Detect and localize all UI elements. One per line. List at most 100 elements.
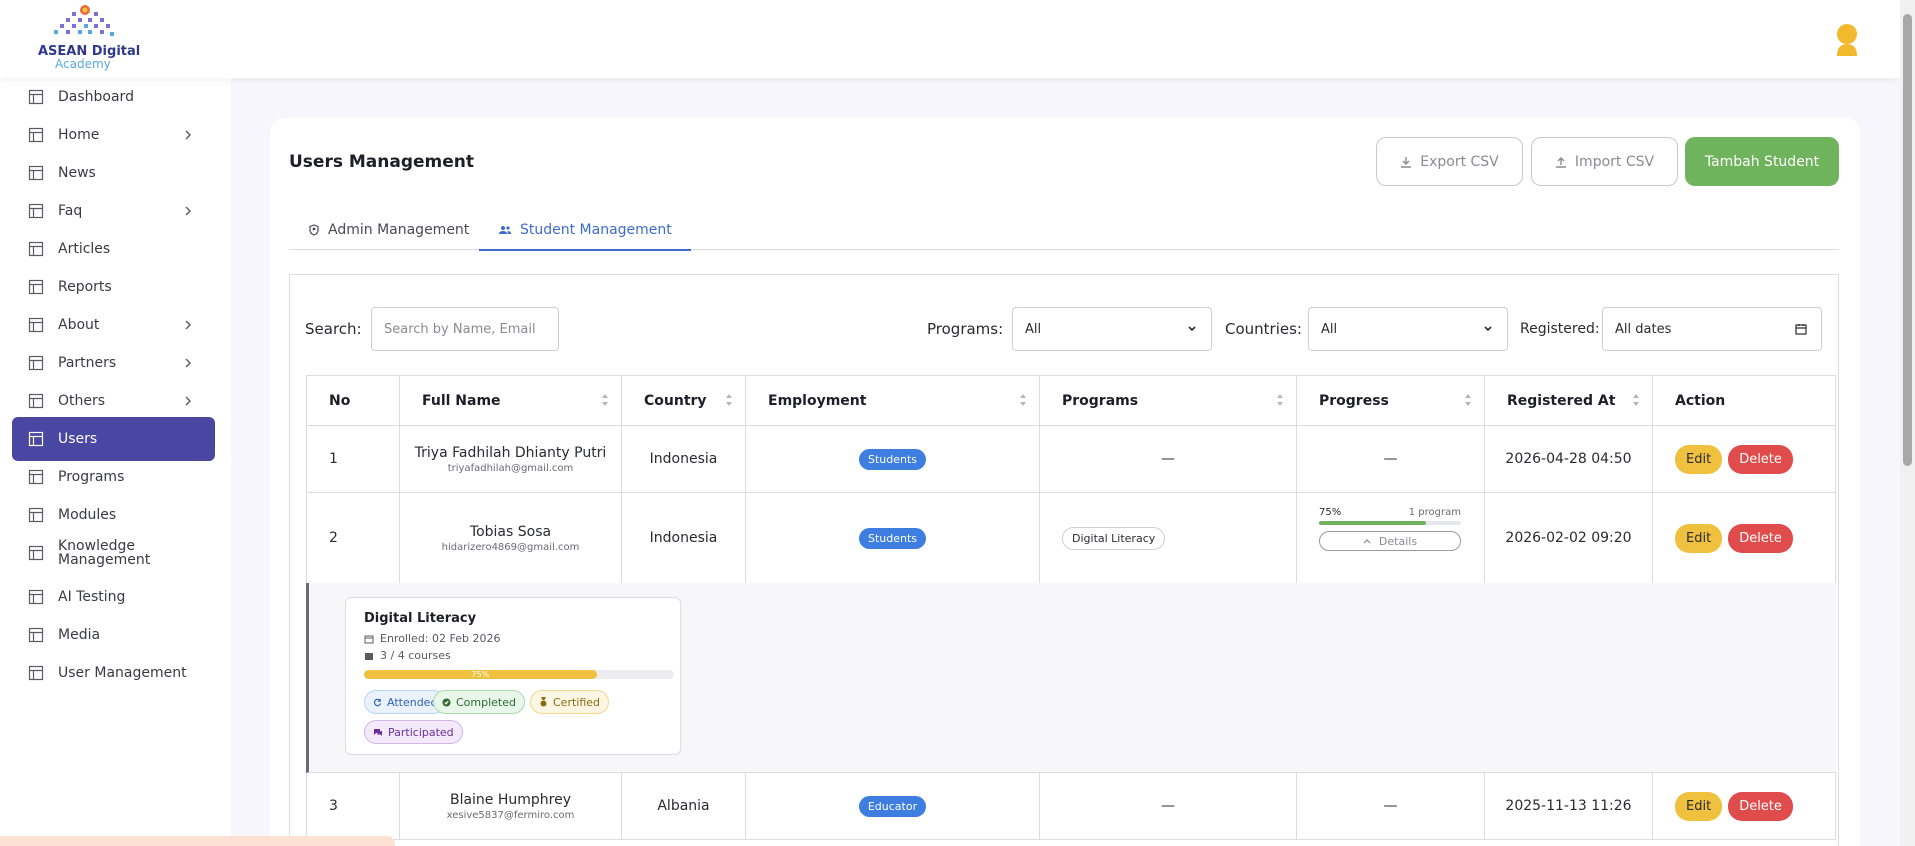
program-title: Digital Literacy xyxy=(364,611,477,626)
programs-select[interactable]: All xyxy=(1012,307,1212,351)
cell-registered-at: 2025-11-13 11:26 xyxy=(1485,773,1653,839)
vertical-scrollbar[interactable] xyxy=(1900,0,1915,846)
book-icon xyxy=(365,652,373,660)
sidebar-item-label: News xyxy=(58,165,96,181)
table-icon xyxy=(28,627,44,643)
cell-programs: — xyxy=(1040,773,1297,839)
program-progress-fill: 75% xyxy=(364,670,597,679)
registered-date-input[interactable]: All dates xyxy=(1602,307,1822,351)
completed-tag: Completed xyxy=(433,690,525,714)
chevron-down-icon xyxy=(1188,326,1196,332)
chevron-right-icon xyxy=(185,206,191,216)
table-icon xyxy=(28,469,44,485)
cell-registered-at: 2026-02-02 09:20 xyxy=(1485,493,1653,583)
cell-no: 1 xyxy=(306,426,400,492)
import-csv-button[interactable]: Import CSV xyxy=(1531,137,1678,186)
shield-user-icon xyxy=(309,224,319,236)
cell-employment: Students xyxy=(746,493,1040,583)
students-panel: Search: Search by Name, Email Programs: … xyxy=(289,274,1839,846)
sidebar-item-label: Faq xyxy=(58,203,83,219)
sidebar-item-label: Modules xyxy=(58,507,117,523)
brand-logo[interactable]: ASEAN Digital Academy xyxy=(30,4,140,74)
header-programs[interactable]: Programs xyxy=(1040,376,1297,425)
export-csv-button[interactable]: Export CSV xyxy=(1376,137,1523,186)
table-icon xyxy=(28,317,44,333)
user-avatar-icon[interactable] xyxy=(1834,22,1860,56)
logo-mark-icon xyxy=(54,5,114,36)
header-name-label: Full Name xyxy=(422,392,501,409)
edit-button[interactable]: Edit xyxy=(1675,791,1723,821)
progress-bar xyxy=(1319,521,1461,525)
table-icon xyxy=(28,507,44,523)
cell-country: Indonesia xyxy=(622,426,746,492)
registered-date-value: All dates xyxy=(1615,321,1672,337)
add-student-button[interactable]: Tambah Student xyxy=(1685,137,1839,186)
employment-badge: Students xyxy=(858,527,927,549)
cell-full-name: Blaine Humphrey xesive5837@fermiro.com xyxy=(400,773,622,839)
details-toggle-button[interactable]: Details xyxy=(1319,531,1461,551)
header-country[interactable]: Country xyxy=(622,376,746,425)
certified-label: Certified xyxy=(553,695,601,709)
search-input[interactable]: Search by Name, Email xyxy=(371,307,559,351)
tab-student-management[interactable]: Student Management xyxy=(479,210,691,251)
cell-action: Edit Delete xyxy=(1653,773,1836,839)
programs-select-value: All xyxy=(1025,321,1042,337)
header-registered-at[interactable]: Registered At xyxy=(1485,376,1653,425)
toast-notification xyxy=(0,836,395,846)
header-action: Action xyxy=(1653,376,1836,425)
header-progress-label: Progress xyxy=(1319,392,1389,409)
header-progress[interactable]: Progress xyxy=(1297,376,1485,425)
chevron-up-icon xyxy=(1363,539,1371,544)
delete-button[interactable]: Delete xyxy=(1728,444,1793,474)
tab-student-label: Student Management xyxy=(520,221,672,238)
sidebar: Dashboard Home News Faq Articles Reports About… xyxy=(0,78,231,846)
logo-text-secondary: Academy xyxy=(55,57,111,71)
table-icon xyxy=(28,589,44,605)
countries-select[interactable]: All xyxy=(1308,307,1508,351)
tab-admin-management[interactable]: Admin Management xyxy=(289,210,488,250)
medal-icon xyxy=(540,697,547,707)
header-full-name[interactable]: Full Name xyxy=(400,376,622,425)
header-employment-label: Employment xyxy=(768,392,867,409)
chevron-right-icon xyxy=(185,358,191,368)
table-icon xyxy=(28,355,44,371)
user-email: triyafadhilah@gmail.com xyxy=(447,462,574,474)
program-chip: Digital Literacy xyxy=(1062,526,1166,550)
employment-badge: Educator xyxy=(858,795,927,817)
sidebar-item-label: Media xyxy=(58,627,101,643)
participated-label: Participated xyxy=(388,725,454,739)
table-icon xyxy=(28,393,44,409)
top-bar: ASEAN Digital Academy xyxy=(0,0,1900,78)
table-icon xyxy=(28,127,44,143)
users-icon xyxy=(499,225,511,234)
registered-label: Registered: xyxy=(1520,321,1600,337)
header-registered-label: Registered At xyxy=(1507,392,1616,409)
cell-progress: — xyxy=(1297,426,1485,492)
chevron-down-icon xyxy=(1484,326,1492,332)
table-row: 3 Blaine Humphrey xesive5837@fermiro.com … xyxy=(306,773,1836,840)
edit-button[interactable]: Edit xyxy=(1675,523,1723,553)
cell-country: Albania xyxy=(622,773,746,839)
delete-button[interactable]: Delete xyxy=(1728,523,1793,553)
enrolled-date: Enrolled: 02 Feb 2026 xyxy=(380,632,501,645)
header-employment[interactable]: Employment xyxy=(746,376,1040,425)
header-programs-label: Programs xyxy=(1062,392,1139,409)
cell-registered-at: 2026-04-28 04:50 xyxy=(1485,426,1653,492)
sidebar-item-knowledge-management[interactable]: Knowledge Management xyxy=(12,531,215,575)
sidebar-item-label: Others xyxy=(58,393,106,409)
cell-progress: — xyxy=(1297,773,1485,839)
refresh-icon xyxy=(373,698,382,706)
delete-button[interactable]: Delete xyxy=(1728,791,1793,821)
details-label: Details xyxy=(1378,534,1418,548)
sort-icon xyxy=(1020,394,1026,406)
cell-employment: Educator xyxy=(746,773,1040,839)
courses-count: 3 / 4 courses xyxy=(380,649,451,662)
scrollbar-thumb[interactable] xyxy=(1903,14,1912,466)
courses-line: 3 / 4 courses xyxy=(364,649,451,662)
edit-button[interactable]: Edit xyxy=(1675,444,1723,474)
table-icon xyxy=(28,89,44,105)
page-title: Users Management xyxy=(289,152,475,172)
progress-bar-fill xyxy=(1319,521,1426,525)
sidebar-item-user-management[interactable]: User Management xyxy=(12,651,215,695)
cell-employment: Students xyxy=(746,426,1040,492)
